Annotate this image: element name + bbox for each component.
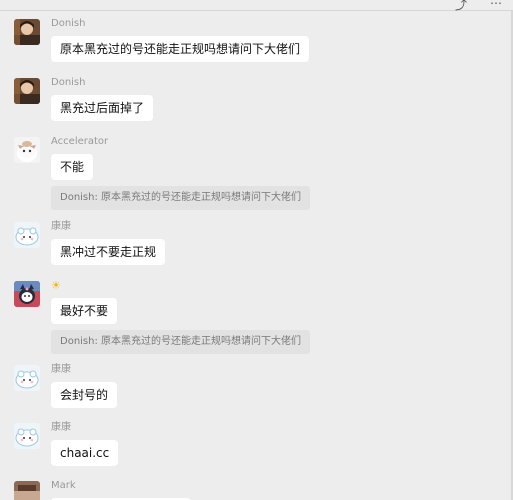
quoted-reply[interactable]: Donish: 原本黑充过的号还能走正规吗想请问下大佬们: [51, 330, 311, 354]
sun-icon: ☀: [51, 279, 61, 292]
avatar[interactable]: [14, 365, 40, 391]
sender-name: 康康: [51, 221, 71, 232]
message-bubble[interactable]: 原本黑充过的号还能走正规吗想请问下大佬们: [51, 36, 310, 62]
sender-name: Mark: [51, 480, 76, 491]
message-bubble[interactable]: 会封号的: [51, 382, 118, 408]
chat-message-list[interactable]: ⤴ ⋯ Donish 原本黑充过的号还能走正规吗想请问下大佬们 Donish 黑…: [0, 0, 513, 500]
more-icon[interactable]: ⋯: [490, 0, 502, 10]
avatar[interactable]: [14, 281, 40, 307]
avatar[interactable]: [14, 222, 40, 248]
sender-name: Accelerator: [51, 136, 109, 147]
avatar[interactable]: [14, 78, 40, 104]
avatar[interactable]: [14, 19, 40, 45]
sender-name: 康康: [51, 364, 71, 375]
message-bubble[interactable]: 不能: [51, 154, 94, 180]
chat-header-edge: ⤴ ⋯: [0, 0, 513, 13]
message-bubble[interactable]: 黑冲过不要走正规: [51, 239, 166, 265]
avatar[interactable]: [14, 423, 40, 449]
sender-name: Donish: [51, 18, 86, 29]
sender-name: Donish: [51, 77, 86, 88]
avatar[interactable]: [14, 481, 40, 500]
quoted-reply[interactable]: Donish: 原本黑充过的号还能走正规吗想请问下大佬们: [51, 186, 311, 210]
avatar[interactable]: [14, 137, 40, 163]
call-icon[interactable]: ⤴: [455, 0, 467, 13]
sender-name: 康康: [51, 422, 71, 433]
message-bubble[interactable]: 黑充过后面掉了: [51, 95, 154, 121]
message-bubble[interactable]: 最好不要: [51, 298, 118, 324]
message-bubble[interactable]: chaai.cc: [51, 440, 119, 466]
